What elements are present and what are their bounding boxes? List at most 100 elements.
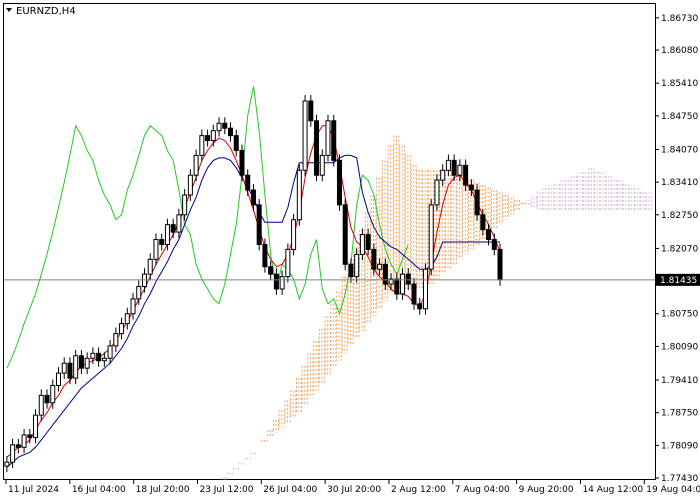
candle-body-bear	[331, 120, 337, 161]
candle-body-bear	[480, 214, 486, 231]
candle-body-bear	[394, 278, 400, 295]
candle-body-bull	[319, 154, 325, 176]
candle-body-bear	[365, 234, 371, 250]
candle-body-bull	[101, 357, 107, 362]
price-axis: 1.86730 1.86080 1.85410 1.84750 1.84070 1.834…	[655, 14, 698, 484]
candle-body-bull	[38, 394, 44, 416]
candle-body-bull	[33, 414, 39, 438]
candle-body-bear	[245, 174, 251, 191]
candle-body-bear	[486, 229, 492, 241]
y-tick-label: 1.78750	[661, 409, 698, 419]
symbol-title: EURNZD,H4	[16, 6, 76, 17]
y-tick-label: 1.80750	[661, 310, 698, 320]
candle-body-bear	[256, 204, 262, 245]
candle-body-bear	[205, 135, 211, 142]
x-tick-label: 7 Aug 04:00	[455, 485, 510, 495]
candle-body-bull	[61, 362, 67, 374]
candle-body-bear	[491, 239, 497, 250]
candle-body-bear	[417, 303, 423, 310]
x-tick-label: 16 Jul 04:00	[72, 485, 126, 495]
candle-body-bull	[434, 179, 440, 206]
candle-body-bear	[15, 444, 21, 448]
candle-body-bull	[193, 154, 199, 176]
candle-body-bear	[348, 263, 354, 278]
candle-body-bull	[55, 372, 61, 386]
candle-body-bear	[497, 248, 503, 281]
candle-body-bear	[96, 352, 102, 362]
candle-body-bull	[279, 276, 285, 290]
candle-body-bull	[302, 100, 308, 171]
candle-body-bull	[130, 298, 136, 315]
candle-body-bull	[50, 384, 56, 404]
candle-body-bear	[27, 434, 33, 438]
candle-body-bull	[153, 239, 159, 260]
candle-body-bull	[73, 355, 79, 379]
candle-body-bull	[210, 130, 216, 142]
candle-body-bull	[147, 258, 153, 275]
candle-body-bull	[84, 357, 90, 369]
candle-body-bull	[457, 164, 463, 176]
candle-body-bear	[382, 263, 388, 285]
candle-body-bear	[468, 184, 474, 191]
y-tick-label: 1.82750	[661, 211, 698, 221]
candle-body-bull	[285, 248, 291, 278]
x-tick-label: 9 Aug 20:00	[519, 485, 574, 495]
candle-body-bear	[371, 248, 377, 270]
current-price-tag: 1.81435	[656, 273, 700, 286]
y-tick-label: 1.79410	[661, 376, 698, 386]
candle-body-bull	[136, 286, 142, 300]
candle-body-bull	[124, 313, 130, 325]
y-tick-label: 1.86730	[661, 14, 698, 24]
candle-body-bull	[440, 169, 446, 181]
y-tick-label: 1.77430	[661, 474, 698, 484]
candle-body-bear	[336, 159, 342, 206]
current-price-label: 1.81435	[660, 276, 697, 286]
candle-body-bear	[342, 204, 348, 265]
symbol-header[interactable]: EURNZD,H4	[6, 6, 76, 17]
candle-body-bear	[411, 283, 417, 305]
candle-body-bull	[199, 135, 205, 156]
candle-body-bull	[90, 352, 96, 359]
candle-body-bear	[170, 224, 176, 233]
x-tick-label: 30 Jul 20:00	[327, 485, 381, 495]
candle-body-bear	[308, 100, 314, 122]
y-tick-label: 1.84750	[661, 112, 698, 122]
candle-body-bear	[78, 355, 84, 369]
candle-body-bear	[222, 122, 228, 129]
x-tick-label: 23 Jul 12:00	[199, 485, 253, 495]
candle-body-bear	[159, 239, 165, 245]
candle-body-bear	[239, 149, 245, 176]
candle-body-bear	[405, 273, 411, 285]
candle-body-bull	[445, 159, 451, 171]
y-tick-label: 1.84070	[661, 145, 698, 155]
candle-body-bear	[451, 159, 457, 176]
candle-body-bull	[359, 234, 365, 255]
candle-body-bear	[67, 362, 73, 379]
candle-body-bull	[400, 273, 406, 295]
x-tick-label: 2 Aug 12:00	[391, 485, 446, 495]
candle-body-bear	[262, 243, 268, 268]
x-tick-label: 19 Aug 04:00	[646, 485, 700, 495]
y-tick-label: 1.83410	[661, 178, 698, 188]
ichimoku-chart[interactable]: 1.86730 1.86080 1.85410 1.84750 1.84070 1.834…	[0, 0, 700, 500]
candle-body-bull	[164, 224, 170, 245]
candle-body-bull	[428, 204, 434, 270]
x-tick-label: 18 Jul 20:00	[136, 485, 190, 495]
chart-window[interactable]: 1.86730 1.86080 1.85410 1.84750 1.84070 1.834…	[0, 0, 700, 500]
candle-body-bear	[250, 189, 256, 206]
candle-body-bull	[113, 333, 119, 347]
candle-body-bull	[176, 214, 182, 233]
candle-body-bull	[291, 219, 297, 250]
candle-body-bear	[228, 127, 234, 137]
y-tick-label: 1.86080	[661, 46, 698, 56]
candle-body-bull	[187, 174, 193, 196]
candle-body-bull	[119, 323, 125, 335]
chart-background	[0, 0, 700, 500]
candle-body-bull	[325, 120, 331, 156]
candle-body-bear	[233, 135, 239, 151]
candle-body-bull	[182, 194, 188, 216]
y-tick-label: 1.85410	[661, 79, 698, 89]
candle-body-bear	[314, 120, 320, 176]
candle-body-bear	[268, 266, 274, 275]
candle-body-bull	[296, 169, 302, 221]
